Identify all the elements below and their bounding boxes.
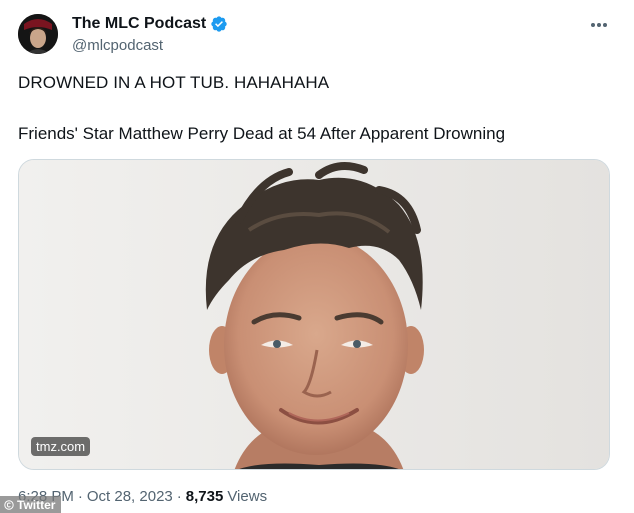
link-domain-badge: tmz.com [31,437,91,456]
news-photo [19,160,609,469]
link-card-media[interactable]: tmz.com [18,159,610,470]
watermark-label: Twitter [17,497,56,512]
views-label: Views [227,488,268,505]
views-count: 8,735 [185,488,224,505]
tweet-date[interactable]: Oct 28, 2023 [87,488,173,505]
author-handle[interactable]: @mlcpodcast [72,37,163,54]
source-watermark: Twitter [0,496,62,513]
copyright-icon [4,499,14,510]
verified-badge-icon [211,16,227,32]
avatar[interactable] [18,14,58,54]
author-display-name-row[interactable]: The MLC Podcast [72,15,228,33]
author-display-name[interactable]: The MLC Podcast [72,15,206,33]
tweet-text-line-2: Friends' Star Matthew Perry Dead at 54 A… [18,124,506,143]
tweet-text-line-1: DROWNED IN A HOT TUB. HAHAHAHA [18,73,330,92]
more-options-button[interactable] [588,14,610,36]
meta-separator: · [77,488,83,505]
meta-separator: · [176,488,182,505]
more-horizontal-icon [591,23,607,27]
avatar-image [18,14,58,54]
